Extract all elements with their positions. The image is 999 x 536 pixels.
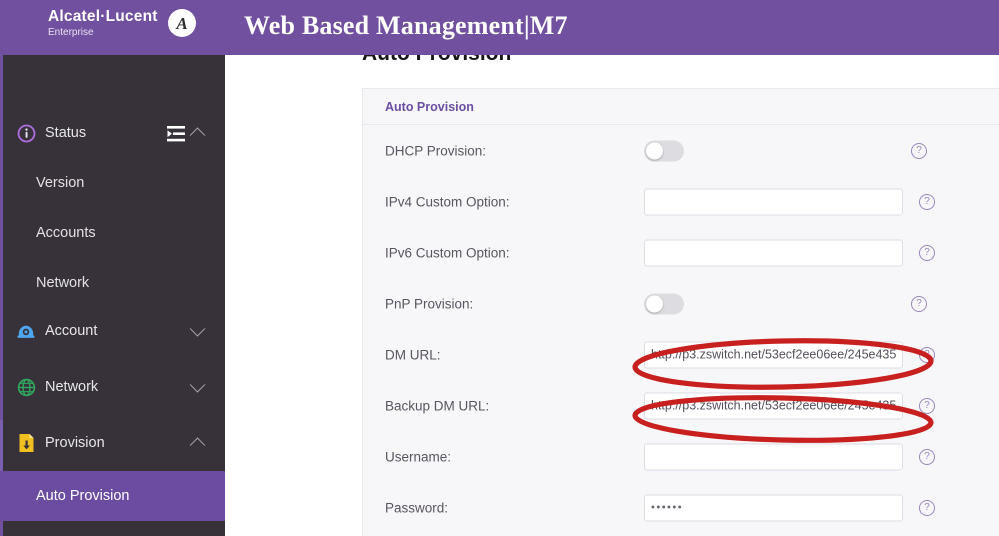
help-icon-dhcp-provision[interactable]: ? bbox=[911, 142, 927, 159]
panel-header: Auto Provision bbox=[363, 89, 999, 125]
sidebar-group-provision[interactable]: Provision bbox=[0, 420, 225, 466]
help-icon-dm-url[interactable]: ? bbox=[919, 346, 935, 363]
sidebar-item-label-accounts: Accounts bbox=[36, 225, 96, 241]
sidebar-item-auto-provision[interactable]: Auto Provision bbox=[0, 471, 225, 521]
field-row-backup-dm-url: Backup DM URL: ? bbox=[363, 380, 999, 431]
field-label-ipv4-custom-option: IPv4 Custom Option: bbox=[385, 194, 510, 209]
info-circle-icon bbox=[15, 122, 37, 144]
backup-dm-url-input[interactable] bbox=[644, 392, 903, 419]
toggle-knob bbox=[646, 295, 663, 312]
help-icon-username[interactable]: ? bbox=[919, 448, 935, 465]
field-label-dhcp-provision: DHCP Provision: bbox=[385, 143, 487, 158]
file-download-icon bbox=[15, 432, 37, 454]
field-row-dm-url: DM URL: ? bbox=[363, 329, 999, 380]
sidebar-group-label-status: Status bbox=[45, 125, 87, 141]
sidebar-group-label-account: Account bbox=[45, 323, 98, 339]
page-title: Auto Provision bbox=[362, 55, 511, 66]
brand-mark-letter: A bbox=[176, 13, 188, 33]
brand-mark-icon: A bbox=[168, 9, 196, 37]
sidebar-item-version[interactable]: Version bbox=[0, 158, 225, 208]
sidebar-collapse-icon[interactable] bbox=[160, 121, 190, 147]
help-icon-password[interactable]: ? bbox=[919, 499, 935, 516]
dm-url-input[interactable] bbox=[644, 341, 903, 368]
sidebar-group-label-network: Network bbox=[45, 379, 99, 395]
app-root: Alcatel·Lucent Enterprise A Web Based Ma… bbox=[0, 0, 999, 536]
field-label-ipv6-custom-option: IPv6 Custom Option: bbox=[385, 245, 510, 260]
field-row-ipv4-custom-option: IPv4 Custom Option: ? bbox=[363, 176, 999, 227]
globe-icon bbox=[15, 376, 37, 398]
sidebar-item-network[interactable]: Network bbox=[0, 258, 225, 308]
auto-provision-panel: Auto Provision DHCP Provision: ? IPv4 Cu… bbox=[362, 88, 999, 536]
field-row-username: Username: ? bbox=[363, 431, 999, 482]
chevron-up-icon-status bbox=[189, 127, 206, 143]
field-row-pnp-provision: PnP Provision: ? bbox=[363, 278, 999, 329]
help-icon-ipv6-custom-option[interactable]: ? bbox=[919, 244, 935, 261]
toggle-knob bbox=[646, 142, 663, 159]
pnp-provision-toggle[interactable] bbox=[644, 293, 684, 314]
sidebar-item-label-network: Network bbox=[36, 275, 90, 291]
sidebar-item-accounts[interactable]: Accounts bbox=[0, 208, 225, 258]
telephone-icon bbox=[15, 320, 37, 342]
help-icon-ipv4-custom-option[interactable]: ? bbox=[919, 193, 935, 210]
dhcp-provision-toggle[interactable] bbox=[644, 140, 684, 161]
field-row-dhcp-provision: DHCP Provision: ? bbox=[363, 125, 999, 176]
top-header: Alcatel·Lucent Enterprise A Web Based Ma… bbox=[0, 0, 999, 55]
sidebar-group-account[interactable]: Account bbox=[0, 308, 225, 354]
ipv6-custom-option-input[interactable] bbox=[644, 239, 903, 266]
app-title: Web Based Management|M7 bbox=[244, 11, 568, 40]
username-input[interactable] bbox=[644, 443, 903, 470]
field-row-password: Password: ? bbox=[363, 482, 999, 533]
field-label-dm-url: DM URL: bbox=[385, 347, 441, 362]
sidebar-group-status[interactable]: Status bbox=[0, 110, 225, 156]
field-label-password: Password: bbox=[385, 500, 449, 515]
chevron-down-icon-account bbox=[189, 321, 206, 337]
sidebar-item-label-version: Version bbox=[36, 175, 85, 191]
help-icon-pnp-provision[interactable]: ? bbox=[911, 295, 927, 312]
chevron-down-icon-network bbox=[189, 377, 206, 393]
brand-logo[interactable]: Alcatel·Lucent Enterprise A bbox=[48, 8, 196, 48]
password-input[interactable] bbox=[644, 494, 903, 521]
sidebar-group-network[interactable]: Network bbox=[0, 364, 225, 410]
chevron-up-icon-provision bbox=[189, 437, 206, 453]
field-label-backup-dm-url: Backup DM URL: bbox=[385, 398, 490, 413]
main-content: Auto Provision Auto Provision DHCP Provi… bbox=[225, 55, 999, 536]
help-icon-backup-dm-url[interactable]: ? bbox=[919, 397, 935, 414]
ipv4-custom-option-input[interactable] bbox=[644, 188, 903, 215]
sidebar-group-label-provision: Provision bbox=[45, 435, 105, 451]
panel-title: Auto Provision bbox=[385, 100, 474, 114]
field-row-ipv6-custom-option: IPv6 Custom Option: ? bbox=[363, 227, 999, 278]
sidebar-item-label-auto-provision: Auto Provision bbox=[36, 488, 130, 504]
field-label-pnp-provision: PnP Provision: bbox=[385, 296, 474, 311]
field-label-username: Username: bbox=[385, 449, 452, 464]
sidebar: Status Version Accounts Network Account bbox=[0, 55, 225, 536]
